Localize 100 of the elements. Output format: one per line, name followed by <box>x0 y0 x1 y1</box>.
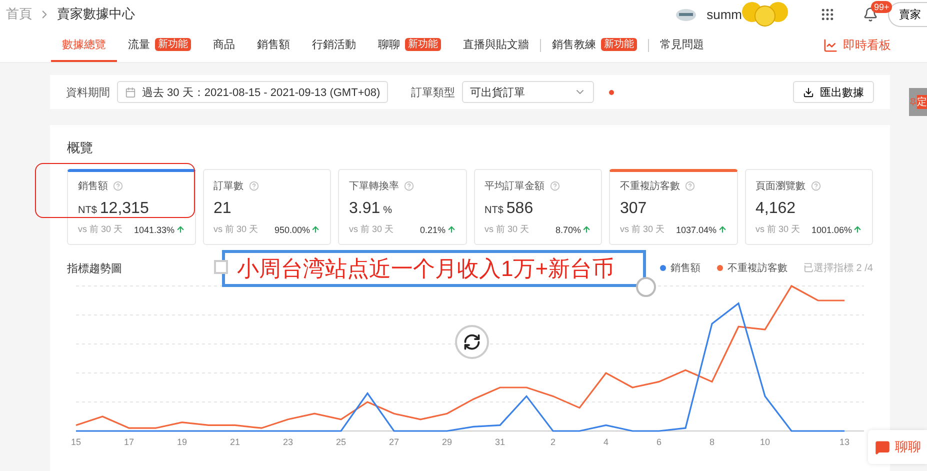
change-value: 1041.33% <box>134 224 174 234</box>
up-arrow-icon <box>311 225 320 234</box>
metric-label: 頁面瀏覽數 <box>756 180 806 193</box>
metric-card[interactable]: 銷售額 NT$ 12,315 vs 前 30 天 1041.33% <box>67 169 196 245</box>
annotation-caption: 小周台湾站点近一个月收入1万+新台币 <box>222 250 646 287</box>
metric-label: 銷售額 <box>78 180 108 193</box>
metric-label: 平均訂單金額 <box>484 180 544 193</box>
axis-label: 23 <box>283 437 293 447</box>
axis-label: 13 <box>840 437 850 447</box>
order-type-select[interactable]: 可出貨訂單 <box>462 81 594 103</box>
order-type-label: 訂單類型 <box>411 86 456 100</box>
nav-tab[interactable]: 聊聊 新功能 <box>367 28 452 62</box>
user-name[interactable]: summ <box>706 6 742 22</box>
avatar-icon[interactable] <box>674 6 697 22</box>
metric-card[interactable]: 平均訂單金額 NT$ 586 vs 前 30 天 8.70% <box>474 169 602 245</box>
change-value: 1037.04% <box>676 224 716 234</box>
compare-label: vs 前 30 天 <box>78 223 123 236</box>
help-icon[interactable] <box>113 181 123 191</box>
nav-tab[interactable]: 常見問題 <box>649 28 715 62</box>
nav-tab[interactable]: 直播與貼文牆 <box>452 28 540 62</box>
metric-card[interactable]: 訂單數 21 vs 前 30 天 950.00% <box>202 169 331 245</box>
legend-label[interactable]: 不重複訪客數 <box>728 261 788 275</box>
export-button[interactable]: 匯出數據 <box>793 81 874 103</box>
period-label: 資料期間 <box>66 86 110 100</box>
chart-title: 指標趨勢圖 <box>67 262 122 276</box>
help-icon[interactable] <box>550 181 560 191</box>
pin-icon <box>909 98 917 106</box>
up-arrow-icon <box>718 225 726 234</box>
new-feature-badge: 新功能 <box>405 38 441 50</box>
nav-tab[interactable]: 銷售額 <box>246 28 301 62</box>
metric-card[interactable]: 頁面瀏覽數 4,162 vs 前 30 天 1001.06% <box>744 169 873 245</box>
currency-label: NT$ <box>78 205 97 216</box>
axis-label: 17 <box>124 437 134 447</box>
axis-label: 15 <box>71 437 81 447</box>
help-icon[interactable] <box>404 181 414 191</box>
metric-value: 307 <box>620 200 647 218</box>
apps-grid-icon[interactable] <box>820 6 835 22</box>
help-icon[interactable] <box>685 181 695 191</box>
axis-label: 21 <box>230 437 240 447</box>
selected-count: 已選擇指標 2 /4 <box>804 262 873 275</box>
new-feature-badge: 新功能 <box>155 38 191 50</box>
nav-tab[interactable]: 行銷活動 <box>301 28 367 62</box>
change-value: 8.70% <box>555 224 581 234</box>
axis-label: 27 <box>389 437 399 447</box>
nav-tab[interactable]: 銷售教練 新功能 <box>541 28 648 62</box>
axis-label: 4 <box>604 437 608 447</box>
axis-label: 10 <box>760 437 770 447</box>
unit-label: % <box>383 205 392 216</box>
section-title: 概覽 <box>67 139 94 157</box>
compare-label: vs 前 30 天 <box>214 223 258 236</box>
metric-card[interactable]: 下單轉換率 3.91 % vs 前 30 天 0.21% <box>338 169 466 245</box>
compare-label: vs 前 30 天 <box>349 223 394 236</box>
axis-label: 25 <box>336 437 346 447</box>
change-value: 0.21% <box>420 224 446 234</box>
account-button[interactable]: 賣家 <box>888 2 927 26</box>
metric-label: 下單轉換率 <box>349 180 399 193</box>
currency-label: NT$ <box>484 205 504 216</box>
change-value: 950.00% <box>274 224 310 234</box>
nav-tab[interactable]: 數據總覽 <box>51 28 117 62</box>
axis-label: 2 <box>550 437 556 447</box>
coins-drawing <box>740 1 790 27</box>
up-arrow-icon <box>582 225 591 234</box>
change-value: 1001.06% <box>811 224 852 234</box>
download-icon <box>803 86 814 98</box>
up-arrow-icon <box>446 225 456 234</box>
breadcrumb-current: 賣家數據中心 <box>57 5 135 23</box>
metric-value: 21 <box>214 200 232 218</box>
help-icon[interactable] <box>248 181 258 191</box>
axis-label: 31 <box>495 437 505 447</box>
nav-tab[interactable]: 商品 <box>202 28 246 62</box>
notification-badge: 99+ <box>871 0 892 12</box>
compare-label: vs 前 30 天 <box>484 223 530 236</box>
up-arrow-icon <box>176 225 184 234</box>
help-icon[interactable] <box>810 181 820 191</box>
up-arrow-icon <box>853 225 862 234</box>
chat-button[interactable]: 聊聊 <box>868 430 927 464</box>
nav-tab[interactable]: 流量 新功能 <box>117 28 202 62</box>
metric-value: 3.91 <box>349 200 380 218</box>
refresh-icon <box>463 333 481 351</box>
axis-label: 19 <box>177 437 187 447</box>
axis-label: 6 <box>656 437 662 447</box>
side-tab[interactable]: 定 <box>909 88 927 116</box>
metric-value: 586 <box>506 200 534 218</box>
metric-label: 訂單數 <box>214 180 244 193</box>
live-board-link[interactable]: 即時看板 <box>823 28 891 62</box>
checkbox-handle[interactable] <box>214 260 228 274</box>
calendar-icon <box>125 86 136 98</box>
axis-label: 8 <box>710 437 714 447</box>
date-range-field[interactable]: 過去 30 天：2021-08-15 - 2021-09-13 (GMT+08) <box>117 81 388 103</box>
chat-icon <box>875 440 890 454</box>
metric-card[interactable]: 不重複訪客數 307 vs 前 30 天 1037.04% <box>609 169 738 245</box>
metric-value: 12,315 <box>100 200 149 218</box>
metric-label: 不重複訪客數 <box>620 180 680 193</box>
axis-label: 29 <box>442 437 452 447</box>
metric-value: 4,162 <box>756 200 796 218</box>
legend-label[interactable]: 銷售額 <box>670 261 701 275</box>
new-feature-badge: 新功能 <box>601 38 637 50</box>
compare-label: vs 前 30 天 <box>620 223 665 236</box>
status-dot <box>609 90 614 94</box>
compare-label: vs 前 30 天 <box>756 223 800 236</box>
